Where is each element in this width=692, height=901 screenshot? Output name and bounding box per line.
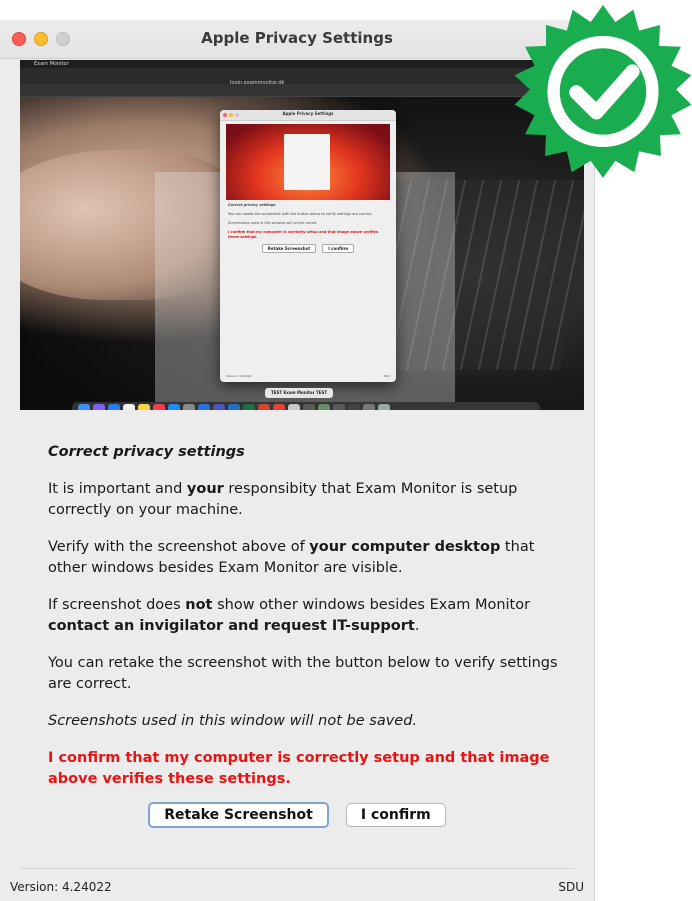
support-paragraph: If screenshot does not show other window… [48,595,568,637]
mini-paragraph: You can retake the screenshot with the b… [228,212,373,216]
dock-app-icon [243,404,255,410]
dock-app-icon [228,404,240,410]
text-run-bold: your computer desktop [309,539,501,555]
text-run: It is important and [48,481,187,497]
mini-footer: Version: 4.24022 SDU [226,374,390,378]
retake-screenshot-button[interactable]: Retake Screenshot [148,802,329,828]
dock-app-icon [258,404,270,410]
dock-app-icon [138,404,150,410]
mini-window-title: Apple Privacy Settings [282,111,334,116]
title-bar: Apple Privacy Settings [0,20,594,59]
confirm-statement: I confirm that my computer is correctly … [48,750,550,787]
verify-paragraph: Verify with the screenshot above of your… [48,537,568,579]
preview-mini-window: Apple Privacy Settings Correct privacy s… [220,110,396,382]
mini-confirm-statement: I confirm that my computer is correctly … [228,230,379,239]
privacy-settings-window: Apple Privacy Settings Exam Monitor logi… [0,20,595,901]
org-label: SDU [558,880,584,894]
mini-org: SDU [383,374,390,378]
dock-app-icon [288,404,300,410]
text-run-bold: contact an invigilator and request IT-su… [48,618,415,634]
dock-app-icon [168,404,180,410]
verified-checkmark-icon [514,5,692,178]
dock-app-icon [348,404,360,410]
preview-browser-tabs [20,84,584,97]
mini-buttons: Retake Screenshot I confirm [220,244,396,253]
dock-app-icon [303,404,315,410]
action-buttons: Retake Screenshot I confirm [0,802,594,828]
dock-app-icon [153,404,165,410]
mini-version: Version: 4.24022 [226,374,252,378]
text-run: show other windows besides Exam Monitor [212,597,531,613]
preview-browser-toolbar: login.exammonitor.dk [20,68,584,86]
mini-text: Correct privacy settings You can retake … [220,203,396,240]
mini-heading: Correct privacy settings [228,203,276,207]
version-label: Version: 4.24022 [10,880,112,894]
dock-app-icon [273,404,285,410]
i-confirm-button[interactable]: I confirm [345,803,446,827]
mini-retake-button: Retake Screenshot [261,244,317,253]
preview-menubar: Exam Monitor [20,60,584,68]
dock-app-icon [93,404,105,410]
dock-app-icon [213,404,225,410]
responsibility-paragraph: It is important and your responsibity th… [48,479,568,521]
dock-app-icon [123,404,135,410]
mini-confirm-button: I confirm [322,244,355,253]
text-run-bold: your [186,481,224,497]
window-title: Apple Privacy Settings [201,29,393,47]
dock-app-icon [363,404,375,410]
dock-app-icon [183,404,195,410]
mini-wallpaper-image [226,124,390,200]
retake-paragraph: You can retake the screenshot with the b… [48,655,558,692]
trash-icon [378,404,390,410]
mini-title-bar: Apple Privacy Settings [220,110,396,121]
preview-dock [72,402,540,410]
desktop-screenshot-preview: Exam Monitor login.exammonitor.dk Apple … [20,60,584,410]
dock-app-icon [78,404,90,410]
text-run: . [414,618,420,634]
dock-app-icon [318,404,330,410]
preview-menubar-app: Exam Monitor [34,61,69,67]
preview-exam-monitor-pill: TEST Exam Monitor TEST [265,388,334,398]
footer-divider [20,868,574,869]
dock-app-icon [198,404,210,410]
dock-app-icon [108,404,120,410]
dock-app-icon [333,404,345,410]
text-run: If screenshot does [48,597,186,613]
not-saved-note: Screenshots used in this window will not… [48,713,418,729]
instructions-heading: Correct privacy settings [48,444,245,460]
text-run-bold: not [185,597,213,613]
mini-paragraph: Screenshots used in this window will not… [228,221,318,225]
instructions: Correct privacy settings It is important… [48,442,568,806]
text-run: Verify with the screenshot above of [48,539,310,555]
